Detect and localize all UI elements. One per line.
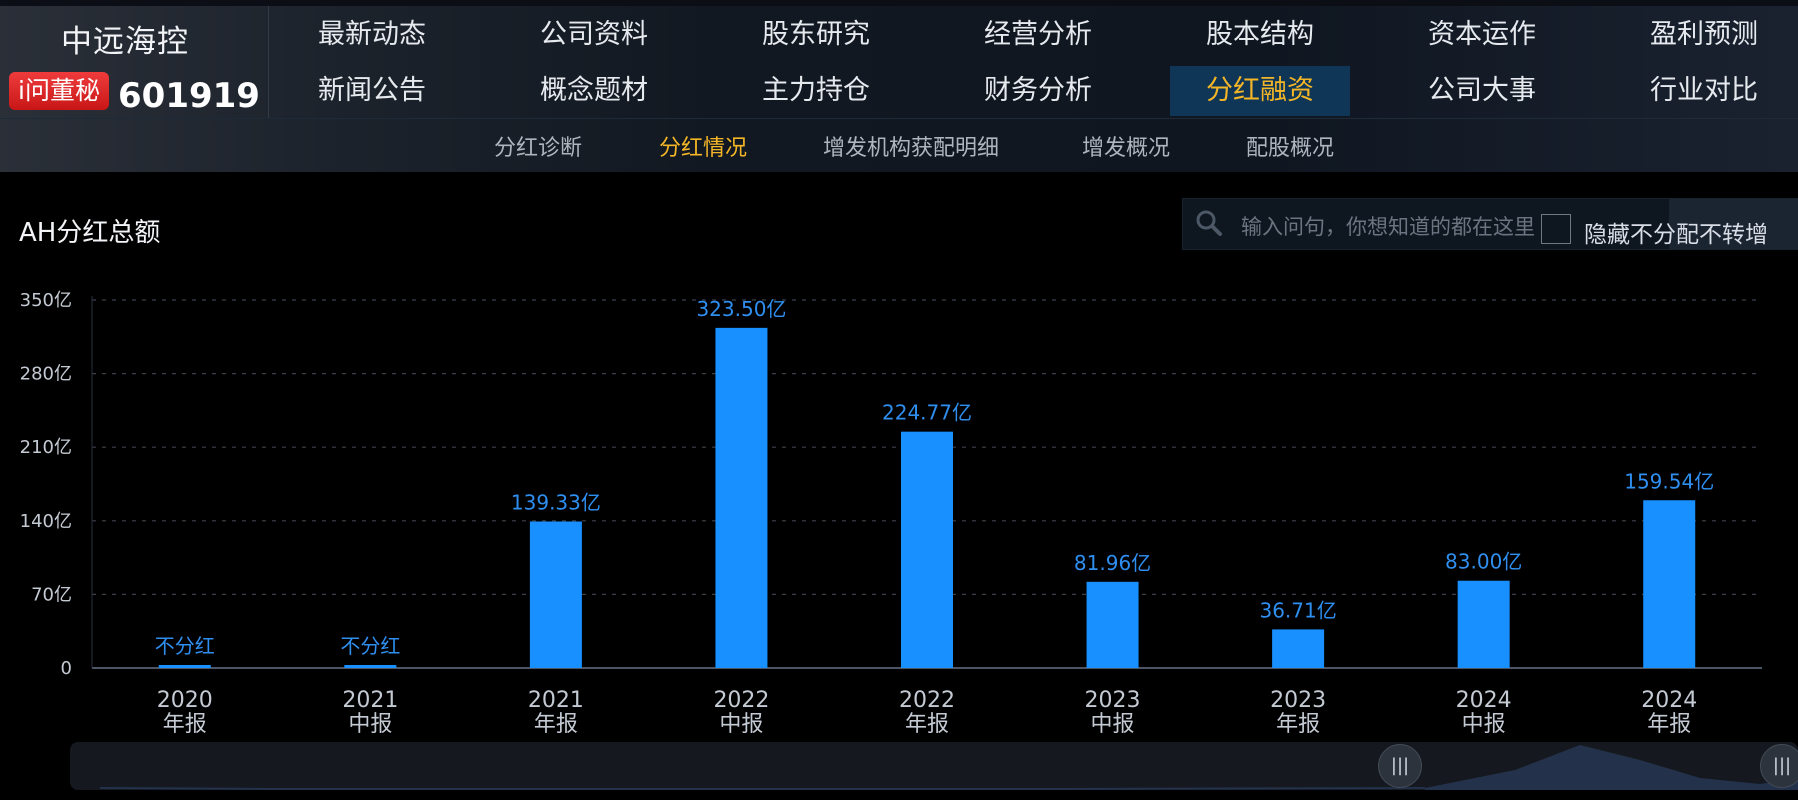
bar bbox=[158, 665, 211, 668]
data-label: 不分红 bbox=[340, 634, 400, 658]
x-tick-label: 2024 bbox=[1641, 688, 1697, 713]
x-tick-label: 2021 bbox=[528, 688, 584, 713]
y-tick-label: 140亿 bbox=[20, 511, 72, 532]
nav-item-main-holdings[interactable]: 主力持仓 bbox=[726, 66, 906, 116]
hide-no-dividend-label: 隐藏不分配不转增 bbox=[1584, 222, 1768, 248]
chart-title: AH分红总额 bbox=[19, 218, 161, 248]
data-label: 不分红 bbox=[155, 634, 215, 658]
sub-nav: 分红诊断 分红情况 增发机构获配明细 增发概况 配股概况 bbox=[0, 118, 1798, 173]
y-tick-label: 280亿 bbox=[20, 364, 72, 385]
y-tick-label: 0 bbox=[61, 658, 72, 679]
x-tick-label: 中报 bbox=[348, 712, 392, 737]
bar bbox=[901, 431, 953, 668]
nav-item-financial-analysis[interactable]: 财务分析 bbox=[948, 66, 1128, 116]
nav-item-industry-comparison[interactable]: 行业对比 bbox=[1614, 66, 1794, 116]
bar bbox=[1086, 581, 1139, 668]
stock-code: 601919 bbox=[118, 76, 260, 116]
bar bbox=[715, 327, 768, 668]
nav-item-capital-operation[interactable]: 资本运作 bbox=[1392, 10, 1572, 60]
bar bbox=[1272, 629, 1325, 668]
x-tick-label: 年报 bbox=[534, 712, 578, 737]
x-tick-label: 2023 bbox=[1085, 688, 1141, 713]
x-tick-label: 年报 bbox=[1276, 712, 1320, 737]
ask-secretary-badge[interactable]: i问董秘 bbox=[9, 72, 109, 110]
hide-no-dividend-checkbox[interactable] bbox=[1541, 214, 1571, 244]
x-tick-label: 年报 bbox=[163, 712, 207, 737]
x-tick-label: 年报 bbox=[905, 712, 949, 737]
nav-item-shareholder-research[interactable]: 股东研究 bbox=[726, 10, 906, 60]
y-tick-label: 70亿 bbox=[31, 584, 72, 605]
company-brand: 中远海控 i问董秘 601919 bbox=[0, 6, 269, 118]
data-label: 139.33亿 bbox=[511, 491, 601, 515]
x-tick-label: 2022 bbox=[713, 688, 769, 713]
nav-row-1: 最新动态 公司资料 股东研究 经营分析 股本结构 资本运作 盈利预测 bbox=[282, 10, 1798, 60]
nav-item-concept-themes[interactable]: 概念题材 bbox=[504, 66, 684, 116]
x-tick-label: 2020 bbox=[157, 688, 213, 713]
x-tick-label: 中报 bbox=[719, 712, 763, 737]
tab-dividend-diagnosis[interactable]: 分红诊断 bbox=[494, 130, 582, 162]
bar bbox=[1457, 580, 1510, 668]
dividend-bar-chart: 070亿140亿210亿280亿350亿不分红2020年报不分红2021中报13… bbox=[20, 290, 1762, 737]
x-tick-label: 2023 bbox=[1270, 688, 1326, 713]
bar bbox=[344, 665, 397, 668]
data-label: 83.00亿 bbox=[1445, 550, 1522, 574]
x-tick-label: 年报 bbox=[1647, 712, 1691, 737]
x-tick-label: 中报 bbox=[1091, 712, 1135, 737]
tab-rights-issue-overview[interactable]: 配股概况 bbox=[1246, 130, 1334, 162]
tab-dividend-status[interactable]: 分红情况 bbox=[659, 130, 747, 162]
y-tick-label: 350亿 bbox=[20, 290, 72, 311]
top-edge bbox=[0, 0, 1798, 6]
data-label: 323.50亿 bbox=[696, 297, 786, 321]
nav-item-latest-news[interactable]: 最新动态 bbox=[282, 10, 462, 60]
x-tick-label: 2021 bbox=[342, 688, 398, 713]
nav-row-2: 新闻公告 概念题材 主力持仓 财务分析 分红融资 公司大事 行业对比 bbox=[282, 66, 1798, 116]
nav-item-operation-analysis[interactable]: 经营分析 bbox=[948, 10, 1128, 60]
data-label: 36.71亿 bbox=[1259, 598, 1336, 622]
search-input[interactable]: 输入问句，你想知道的都在这里 bbox=[1241, 211, 1535, 241]
scroll-handle-icon: ||| bbox=[1772, 755, 1792, 776]
x-tick-label: 中报 bbox=[1462, 712, 1506, 737]
tab-issuance-overview[interactable]: 增发概况 bbox=[1082, 130, 1170, 162]
data-label: 81.96亿 bbox=[1074, 551, 1151, 575]
range-preview-area bbox=[99, 745, 1798, 790]
x-tick-label: 2024 bbox=[1456, 688, 1512, 713]
y-tick-label: 210亿 bbox=[20, 437, 72, 458]
data-label: 224.77亿 bbox=[882, 401, 972, 425]
bar bbox=[529, 521, 582, 668]
nav-item-profit-forecast[interactable]: 盈利预测 bbox=[1614, 10, 1794, 60]
nav-item-equity-structure[interactable]: 股本结构 bbox=[1170, 10, 1350, 60]
nav-item-news-announcements[interactable]: 新闻公告 bbox=[282, 66, 462, 116]
scroll-handle-icon: ||| bbox=[1390, 755, 1410, 776]
x-tick-label: 2022 bbox=[899, 688, 955, 713]
range-handle-left[interactable]: ||| bbox=[1378, 744, 1422, 788]
search-icon bbox=[1196, 210, 1222, 236]
header: 中远海控 i问董秘 601919 最新动态 公司资料 股东研究 经营分析 股本结… bbox=[0, 0, 1798, 172]
nav-item-company-info[interactable]: 公司资料 bbox=[504, 10, 684, 60]
range-slider[interactable]: ||| ||| bbox=[70, 742, 1798, 790]
range-handle-right[interactable]: ||| bbox=[1760, 744, 1798, 788]
data-label: 159.54亿 bbox=[1624, 469, 1714, 493]
bar bbox=[1643, 500, 1696, 668]
nav-item-dividend-financing[interactable]: 分红融资 bbox=[1170, 66, 1350, 116]
nav-item-company-events[interactable]: 公司大事 bbox=[1392, 66, 1572, 116]
company-name: 中远海控 bbox=[61, 24, 189, 60]
tab-placement-details[interactable]: 增发机构获配明细 bbox=[823, 130, 999, 162]
